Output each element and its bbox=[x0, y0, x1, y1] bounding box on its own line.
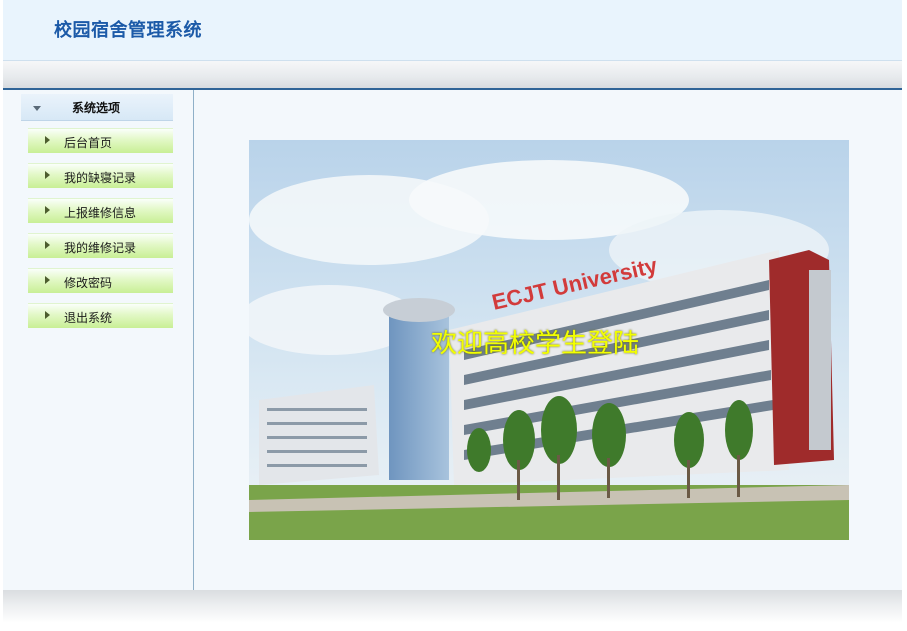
top-toolbar bbox=[3, 61, 902, 90]
header: 校园宿舍管理系统 bbox=[3, 0, 902, 61]
app-title: 校园宿舍管理系统 bbox=[54, 20, 202, 41]
content-area: 系统选项 后台首页 我的缺寝记录 上报维修信息 我的维修记录 修改密码 退出系统… bbox=[3, 90, 902, 590]
menu-header-label: 系统选项 bbox=[72, 101, 121, 115]
triangle-down-icon bbox=[33, 106, 41, 111]
sidebar: 系统选项 后台首页 我的缺寝记录 上报维修信息 我的维修记录 修改密码 退出系统 bbox=[3, 90, 194, 590]
sidebar-item-repair-records[interactable]: 我的维修记录 bbox=[28, 233, 173, 258]
triangle-right-icon bbox=[45, 241, 50, 249]
footer-bar bbox=[3, 590, 902, 623]
sidebar-item-label: 后台首页 bbox=[64, 136, 113, 150]
sidebar-item-absence-records[interactable]: 我的缺寝记录 bbox=[28, 163, 173, 188]
sidebar-item-report-repair[interactable]: 上报维修信息 bbox=[28, 198, 173, 223]
sidebar-item-label: 我的维修记录 bbox=[64, 241, 137, 255]
sidebar-item-label: 退出系统 bbox=[64, 311, 113, 325]
sidebar-item-logout[interactable]: 退出系统 bbox=[28, 303, 173, 328]
triangle-right-icon bbox=[45, 206, 50, 214]
sidebar-item-change-password[interactable]: 修改密码 bbox=[28, 268, 173, 293]
triangle-right-icon bbox=[45, 136, 50, 144]
menu-header[interactable]: 系统选项 bbox=[21, 94, 173, 121]
triangle-right-icon bbox=[45, 311, 50, 319]
sidebar-item-label: 修改密码 bbox=[64, 276, 113, 290]
sidebar-item-home[interactable]: 后台首页 bbox=[28, 128, 173, 153]
welcome-text: 欢迎高校学生登陆 bbox=[431, 329, 640, 359]
app-frame: 校园宿舍管理系统 系统选项 后台首页 我的缺寝记录 上报维修信息 我的维修记录 … bbox=[3, 0, 902, 631]
main-panel: ECJT University 欢迎高校学生登陆 bbox=[194, 90, 902, 590]
triangle-right-icon bbox=[45, 171, 50, 179]
sidebar-item-label: 上报维修信息 bbox=[64, 206, 137, 220]
sidebar-item-label: 我的缺寝记录 bbox=[64, 171, 137, 185]
campus-banner-image: ECJT University 欢迎高校学生登陆 bbox=[249, 140, 849, 540]
triangle-right-icon bbox=[45, 276, 50, 284]
